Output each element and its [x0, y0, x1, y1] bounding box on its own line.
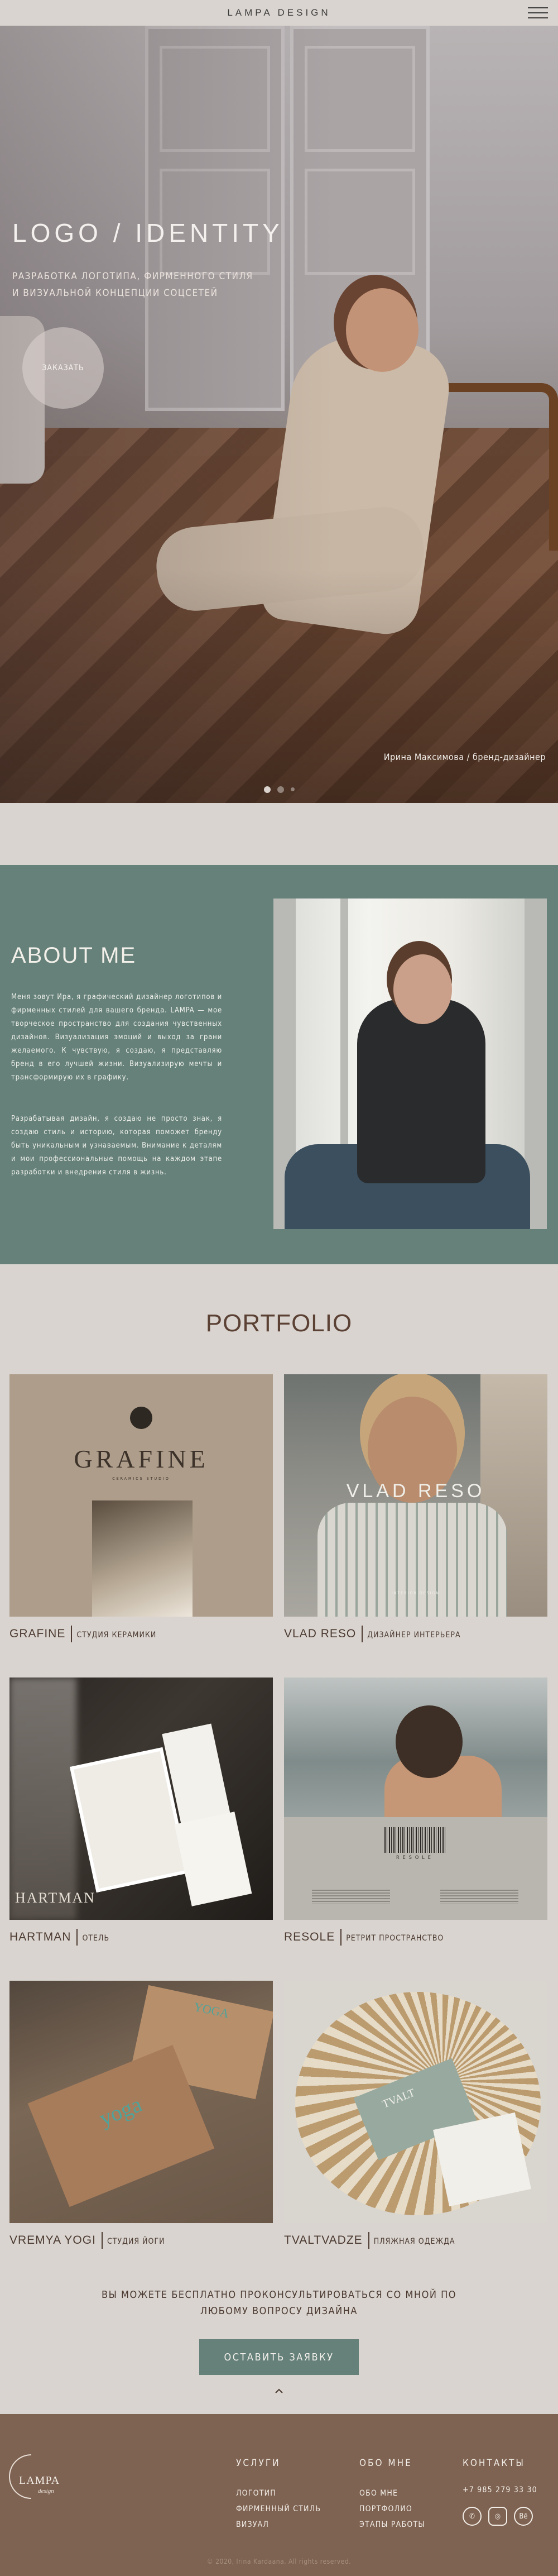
footer-services-list: ЛОГОТИП ФИРМЕННЫЙ СТИЛЬ ВИЗУАЛ: [236, 2486, 321, 2532]
footer-socials: ✆ ◎ Bē: [463, 2507, 533, 2526]
portfolio-card-grafine[interactable]: GRAFINE CERAMICS STUDIO GRAFINE СТУДИЯ КЕ…: [9, 1374, 273, 1642]
footer-logo[interactable]: LAMPA: [19, 2474, 60, 2487]
hero-caption: Ирина Максимова / бренд-дизайнер: [383, 752, 546, 762]
about-paragraph: Разрабатывая дизайн, я создаю не просто …: [11, 1115, 222, 1177]
portfolio-label: HARTMAN ОТЕЛЬ: [9, 1929, 273, 1946]
portfolio-image[interactable]: VLAD RESO INTERIOR DESIGN: [284, 1374, 547, 1617]
portfolio-label: GRAFINE СТУДИЯ КЕРАМИКИ: [9, 1626, 273, 1642]
footer-link-about[interactable]: ОБО МНЕ: [359, 2486, 425, 2501]
footer-link-identity[interactable]: ФИРМЕННЫЙ СТИЛЬ: [236, 2501, 321, 2517]
portfolio-card-vlad-reso[interactable]: VLAD RESO INTERIOR DESIGN VLAD RESO ДИЗАЙ…: [284, 1374, 547, 1642]
chevron-up-icon[interactable]: [273, 2386, 285, 2397]
grafine-emblem-icon: [130, 1407, 152, 1429]
portfolio-card-vremya-yogi[interactable]: yoga YOGA VREMYA YOGI СТУДИЯ ЙОГИ: [9, 1981, 273, 2249]
whatsapp-icon[interactable]: ✆: [463, 2507, 482, 2526]
footer-link-visual[interactable]: ВИЗУАЛ: [236, 2517, 321, 2532]
consult-text: ВЫ МОЖЕТЕ БЕСПЛАТНО ПРОКОНСУЛЬТИРОВАТЬСЯ…: [102, 2289, 456, 2317]
portfolio-label: VLAD RESO ДИЗАЙНЕР ИНТЕРЬЕРА: [284, 1626, 547, 1642]
portfolio-card-resole[interactable]: RESOLE RESOLE РЕТРИТ ПРОСТРАНСТВО: [284, 1677, 547, 1946]
brand-logo[interactable]: LAMPA DESIGN: [227, 7, 330, 18]
footer-contacts-title: КОНТАКТЫ: [463, 2458, 525, 2469]
slider-dots: [0, 786, 558, 793]
hero-title: LOGO / IDENTITY: [12, 218, 283, 247]
portfolio-image[interactable]: GRAFINE CERAMICS STUDIO: [9, 1374, 273, 1617]
footer-services-title: УСЛУГИ: [236, 2458, 281, 2469]
about-paragraph: Меня зовут Ира, я графический дизайнер л…: [11, 993, 222, 1082]
footer-logo-script: design: [38, 2488, 54, 2494]
slider-dot[interactable]: [290, 787, 295, 791]
hero-subtitle: РАЗРАБОТКА ЛОГОТИПА, ФИРМЕННОГО СТИЛЯ И …: [12, 271, 253, 299]
portfolio-label: RESOLE РЕТРИТ ПРОСТРАНСТВО: [284, 1929, 547, 1946]
footer-about-title: ОБО МНЕ: [359, 2458, 412, 2469]
portfolio-label: VREMYA YOGI СТУДИЯ ЙОГИ: [9, 2232, 273, 2249]
copyright: © 2020, Irina Kardaana. All rights reser…: [206, 2558, 352, 2565]
instagram-icon[interactable]: ◎: [488, 2507, 507, 2526]
portfolio-label: TVALTVADZE ПЛЯЖНАЯ ОДЕЖДА: [284, 2232, 547, 2249]
request-button[interactable]: ОСТАВИТЬ ЗАЯВКУ: [199, 2339, 359, 2375]
top-bar: LAMPA DESIGN: [0, 0, 558, 26]
barcode-icon: [384, 1827, 446, 1853]
hero-slider: LOGO / IDENTITY РАЗРАБОТКА ЛОГОТИПА, ФИР…: [0, 26, 558, 803]
footer: LAMPA design УСЛУГИ ЛОГОТИП ФИРМЕННЫЙ СТ…: [0, 2414, 558, 2576]
slider-dot[interactable]: [263, 786, 271, 793]
footer-link-steps[interactable]: ЭТАПЫ РАБОТЫ: [359, 2517, 425, 2532]
portfolio-card-tvaltvadze[interactable]: TVALT TVALTVADZE ПЛЯЖНАЯ ОДЕЖДА: [284, 1981, 547, 2249]
about-title: ABOUT ME: [11, 943, 137, 968]
portfolio-image[interactable]: RESOLE: [284, 1677, 547, 1920]
order-button[interactable]: ЗАКАЗАТЬ: [22, 327, 104, 409]
slider-dot[interactable]: [277, 786, 284, 793]
footer-about-list: ОБО МНЕ ПОРТФОЛИО ЭТАПЫ РАБОТЫ: [359, 2486, 425, 2532]
portfolio-title: PORTFOLIO: [205, 1309, 353, 1337]
behance-icon[interactable]: Bē: [514, 2507, 533, 2526]
portfolio-card-hartman[interactable]: HARTMAN HARTMAN ОТЕЛЬ: [9, 1677, 273, 1946]
portfolio-image[interactable]: TVALT: [284, 1981, 547, 2223]
portfolio-image[interactable]: HARTMAN: [9, 1677, 273, 1920]
about-section: ABOUT ME Меня зовут Ира, я графический д…: [0, 865, 558, 1264]
burger-menu-icon[interactable]: [528, 7, 548, 18]
footer-phone[interactable]: +7 985 279 33 30: [463, 2486, 537, 2494]
about-photo: [273, 899, 547, 1229]
portfolio-image[interactable]: yoga YOGA: [9, 1981, 273, 2223]
footer-link-logo[interactable]: ЛОГОТИП: [236, 2486, 321, 2501]
footer-link-portfolio[interactable]: ПОРТФОЛИО: [359, 2501, 425, 2517]
